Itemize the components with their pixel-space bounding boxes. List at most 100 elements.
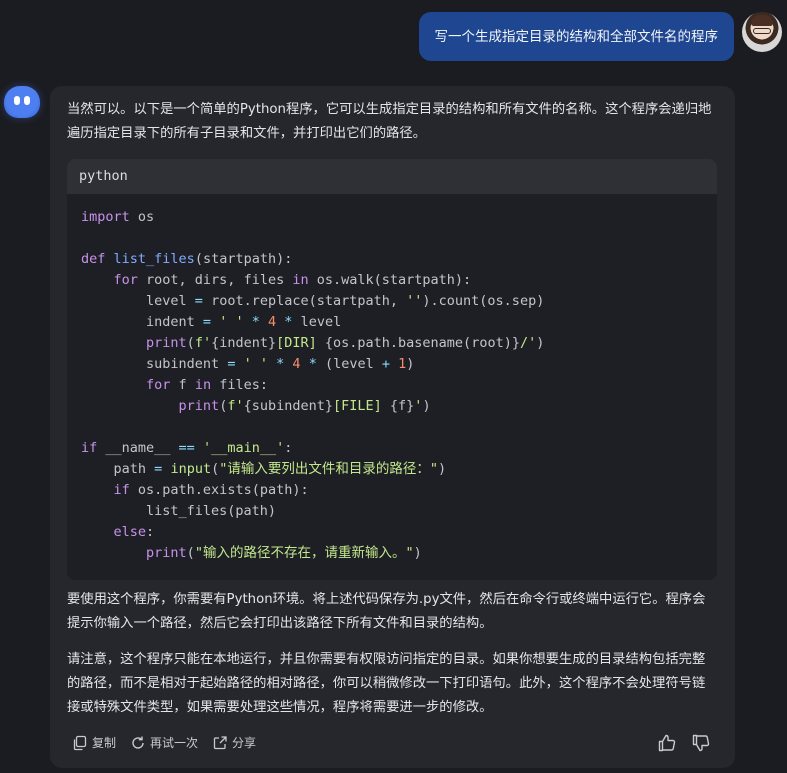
response-usage-paragraph: 要使用这个程序，你需要有Python环境。将上述代码保存为.py文件，然后在命令… [67, 592, 706, 631]
code-token: path [81, 461, 155, 477]
code-token: else [113, 524, 147, 540]
code-token: = [202, 314, 212, 330]
code-token: root, dirs, files [137, 272, 293, 288]
retry-button[interactable]: 再试一次 [130, 734, 198, 751]
code-token: : [284, 440, 293, 456]
code-token: if [81, 440, 98, 456]
code-token: ) [437, 461, 447, 477]
code-token: root.replace(startpath, [202, 293, 407, 309]
code-token: 4 [268, 314, 277, 330]
copy-button[interactable]: 复制 [72, 734, 116, 751]
code-token: = [194, 293, 203, 309]
code-token: 4 [292, 356, 301, 372]
code-token: ' ' [219, 314, 244, 330]
code-token: (level [316, 356, 382, 372]
assistant-response-card: 当然可以。以下是一个简单的Python程序，它可以生成指定目录的结构和所有文件的… [50, 86, 735, 768]
dislike-button[interactable] [691, 733, 711, 757]
code-token: level [81, 293, 195, 309]
code-token: [DIR] [276, 335, 325, 351]
code-token: list_files [113, 251, 195, 267]
like-button[interactable] [657, 733, 677, 757]
code-line: path = input("请输入要列出文件和目录的路径：") [81, 459, 717, 480]
code-token: for [113, 272, 138, 288]
code-token: "输入的路径不存在，请重新输入。" [194, 545, 414, 561]
code-token: ( [211, 461, 220, 477]
code-token: ( [186, 335, 195, 351]
code-line: for root, dirs, files in os.walk(startpa… [81, 270, 717, 291]
code-token: for [146, 377, 171, 393]
code-token: {f} [389, 398, 415, 414]
feedback-buttons [643, 733, 711, 757]
code-token: ) [536, 335, 545, 351]
code-line: list_files(path) [81, 501, 717, 522]
code-token: os [129, 209, 155, 225]
code-content[interactable]: import os def list_files(startpath): for … [67, 194, 717, 564]
code-token: '__main__' [202, 440, 285, 456]
refresh-icon [132, 736, 144, 749]
code-line: print(f'{subindent}[FILE] {f}') [81, 396, 717, 417]
code-token: ) [406, 356, 415, 372]
copy-icon [73, 735, 87, 750]
code-token: indent [81, 314, 203, 330]
assistant-eye-right [24, 96, 30, 105]
code-token: print [178, 398, 220, 414]
code-line: indent = ' ' * 4 * level [81, 312, 717, 333]
code-line: else: [81, 522, 717, 543]
code-line: if os.path.exists(path): [81, 480, 717, 501]
response-intro: 当然可以。以下是一个简单的Python程序，它可以生成指定目录的结构和所有文件的… [67, 102, 712, 141]
code-token: f' [227, 398, 244, 414]
code-line: print("输入的路径不存在，请重新输入。") [81, 543, 717, 564]
code-token: files: [211, 377, 268, 393]
code-line: subindent = ' ' * 4 * (level + 1) [81, 354, 717, 375]
code-token: list_files(path) [81, 503, 277, 519]
share-button[interactable]: 分享 [212, 734, 256, 751]
code-line: for f in files: [81, 375, 717, 396]
response-note-paragraph: 请注意，这个程序只能在本地运行，并且你需要有权限访问指定的目录。如果你想要生成的… [67, 652, 706, 715]
code-token: subindent [81, 356, 228, 372]
user-message-bubble: 写一个生成指定目录的结构和全部文件名的程序 [418, 12, 734, 61]
code-token: print [146, 335, 187, 351]
code-token: {subindent} [243, 398, 333, 414]
code-token: in [194, 377, 212, 393]
code-token: + [381, 356, 390, 372]
code-language-label: python [67, 159, 717, 194]
code-token: * [251, 314, 260, 330]
code-token: level [292, 314, 342, 330]
code-token: __name__ [97, 440, 179, 456]
share-icon [213, 735, 227, 749]
code-line: level = root.replace(startpath, '').coun… [81, 291, 717, 312]
code-block: python import os def list_files(startpath… [67, 159, 717, 580]
code-token: '' [406, 293, 423, 309]
code-line: if __name__ == '__main__': [81, 438, 717, 459]
code-token: os.walk(startpath): [308, 272, 472, 288]
user-avatar[interactable] [742, 12, 782, 52]
code-token: "请输入要列出文件和目录的路径：" [219, 461, 438, 477]
code-line: def list_files(startpath): [81, 249, 717, 270]
code-token: in [292, 272, 309, 288]
copy-label: 复制 [92, 736, 117, 750]
assistant-avatar [4, 86, 40, 118]
assistant-eye-left [14, 96, 20, 105]
code-token: ' ' [243, 356, 268, 372]
code-token: == [178, 440, 195, 456]
code-token: ( [186, 545, 195, 561]
code-token: /' [519, 335, 537, 351]
thumbs-down-icon [692, 734, 710, 752]
code-token: (startpath): [194, 251, 293, 267]
code-token: print [146, 545, 187, 561]
code-line: import os [81, 207, 717, 228]
